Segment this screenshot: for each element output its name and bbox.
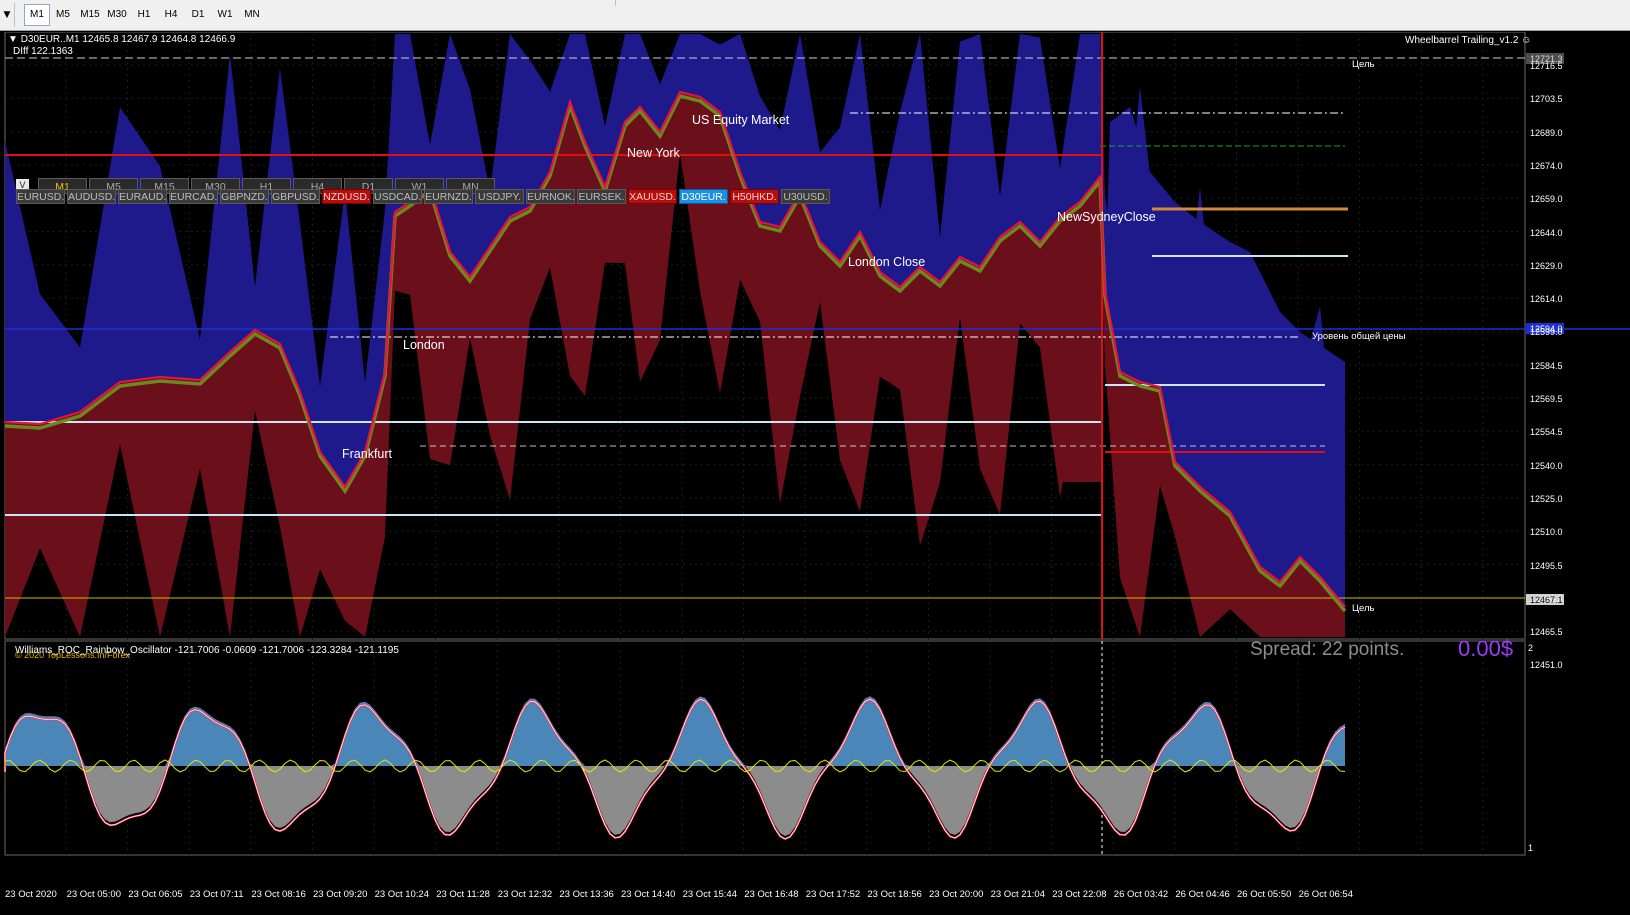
symbol-button-gbpnzd[interactable]: GBPNZD.: [220, 189, 269, 204]
time-axis-label: 23 Oct 21:04: [990, 889, 1045, 900]
time-axis-label: 26 Oct 03:42: [1113, 889, 1169, 900]
common-price-label: Уровень общей цены: [1312, 331, 1406, 342]
time-axis-label: 23 Oct 20:00: [929, 889, 984, 900]
symbol-button-nzdusd[interactable]: NZDUSD.: [322, 189, 371, 204]
time-axis-label: 23 Oct 15:44: [682, 889, 737, 900]
price-axis-label: 12525.0: [1530, 493, 1563, 504]
symbol-button-d30eur[interactable]: D30EUR.: [679, 189, 728, 204]
symbol-button-u30usd[interactable]: U30USD.: [781, 189, 830, 204]
symbol-ohlc-text: D30EUR..M1 12465.8 12467.9 12464.8 12466…: [20, 34, 236, 45]
symbol-button-usdjpy[interactable]: USDJPY.: [475, 189, 524, 204]
symbol-button-euraud[interactable]: EURAUD.: [118, 189, 167, 204]
price-axis-label: 12644.0: [1530, 227, 1563, 238]
ea-name-label: Wheelbarrel Trailing_v1.2: [1405, 35, 1519, 46]
price-axis-label: 12554.5: [1530, 427, 1563, 438]
toolbar-dropdown-icon[interactable]: ▼: [0, 3, 15, 27]
toolbar-tf-w1[interactable]: W1: [213, 5, 237, 25]
symbol-button-audusd[interactable]: AUDUSD.: [67, 189, 116, 204]
ea-name: Wheelbarrel Trailing_v1.2 ☺: [1405, 35, 1531, 46]
price-axis-label: 12569.5: [1530, 394, 1563, 404]
toolbar-tf-mn[interactable]: MN: [240, 5, 264, 25]
toolbar-tf-m1[interactable]: M1: [24, 4, 50, 26]
target-label-bottom: Цель: [1352, 603, 1375, 614]
price-axis-label: 12584.5: [1530, 360, 1563, 371]
time-axis-label: 23 Oct 06:05: [128, 889, 183, 900]
time-axis-label: 23 Oct 09:20: [313, 889, 368, 900]
chart-window: ▼ D30EUR..M1 12465.8 12467.9 12464.8 124…: [0, 31, 1630, 911]
symbol-button-h50hkd[interactable]: H50HKD.: [730, 189, 779, 204]
price-axis-label: 12510.0: [1530, 527, 1563, 538]
session-london-close: London Close: [848, 255, 926, 269]
time-axis-label: 23 Oct 11:28: [436, 889, 490, 900]
smiley-icon[interactable]: ☺: [1521, 35, 1531, 46]
price-axis-label: 12540.0: [1530, 460, 1563, 471]
osc-scale-top: 2: [1528, 643, 1534, 653]
toolbar-tf-h1[interactable]: H1: [132, 5, 156, 25]
time-axis-label: 23 Oct 12:32: [497, 889, 553, 900]
toolbar-tf-m5[interactable]: M5: [51, 5, 75, 25]
symbol-button-eurnok[interactable]: EURNOK.: [526, 189, 575, 204]
time-axis-label: 23 Oct 18:56: [867, 889, 922, 900]
symbol-button-gbpusd[interactable]: GBPUSD.: [271, 189, 320, 204]
price-axis-label: 12495.5: [1530, 560, 1563, 571]
price-axis-label: 12465.5: [1530, 627, 1563, 638]
price-axis-label: 12659.0: [1530, 194, 1563, 205]
price-chart[interactable]: [0, 31, 1630, 911]
symbol-button-xauusd[interactable]: XAUUSD.: [628, 189, 677, 204]
osc-scale-bottom: 1: [1528, 843, 1534, 853]
price-axis-label: 12703.5: [1530, 94, 1563, 105]
target-label-top: Цель: [1352, 59, 1375, 70]
price-axis-label: 12629.0: [1530, 260, 1563, 271]
time-axis-label: 23 Oct 13:36: [559, 889, 614, 900]
toolbar-tf-h4[interactable]: H4: [159, 5, 183, 25]
symbol-button-eurusd[interactable]: EURUSD.: [16, 189, 65, 204]
price-tag-current: 12467.1: [1530, 595, 1563, 605]
diff-text: DIff 122.1363: [13, 46, 73, 57]
time-axis-label: 23 Oct 2020: [5, 889, 57, 900]
time-axis-label: 23 Oct 07:11: [189, 889, 244, 900]
profit-text: 0.00$: [1458, 636, 1514, 661]
session-london: London: [403, 338, 445, 352]
time-axis-label: 23 Oct 17:52: [805, 889, 861, 900]
chart-collapse-icon[interactable]: ▼: [8, 34, 21, 45]
session-ny-close: NewSydneyClose: [1057, 210, 1156, 224]
time-axis-label: 23 Oct 10:24: [374, 889, 429, 900]
price-tag-top: 12721.3: [1530, 54, 1563, 64]
oscillator-header: Williams_ROC_Rainbow_Oscillator -121.700…: [15, 645, 399, 656]
symbol-button-eurcad[interactable]: EURCAD.: [169, 189, 218, 204]
time-axis-label: 23 Oct 16:48: [744, 889, 799, 900]
toolbar-tf-d1[interactable]: D1: [186, 5, 210, 25]
price-axis-label: 12451.0: [1530, 660, 1563, 671]
time-axis-label: 23 Oct 14:40: [621, 889, 676, 900]
time-axis-label: 26 Oct 04:46: [1175, 889, 1230, 900]
time-axis-label: 23 Oct 22:08: [1052, 889, 1107, 900]
time-axis-label: 23 Oct 05:00: [66, 889, 121, 900]
price-tag-mid: 12594.0: [1530, 324, 1563, 334]
time-axis-label: 23 Oct 08:16: [251, 889, 306, 900]
toolbar-tf-m15[interactable]: M15: [78, 5, 102, 25]
symbol-button-eursek[interactable]: EURSEK.: [577, 189, 626, 204]
price-axis-label: 12614.0: [1530, 294, 1563, 305]
session-new-york: New York: [627, 146, 680, 160]
time-axis-label: 26 Oct 06:54: [1298, 889, 1353, 900]
chart-header: ▼ D30EUR..M1 12465.8 12467.9 12464.8 124…: [8, 34, 235, 45]
spread-text: Spread: 22 points.: [1250, 639, 1405, 660]
session-us-equity: US Equity Market: [692, 113, 790, 127]
toolbar-tf-m30[interactable]: M30: [105, 5, 129, 25]
timeframe-toolbar: ▼ M1 M5 M15 M30 H1 H4 D1 W1 MN: [0, 0, 1630, 31]
session-frankfurt: Frankfurt: [342, 447, 393, 461]
price-axis-label: 12689.0: [1530, 127, 1563, 138]
toolbar-separator: [615, 0, 616, 6]
symbol-button-eurnzd[interactable]: EURNZD.: [424, 189, 473, 204]
time-axis-label: 26 Oct 05:50: [1237, 889, 1292, 900]
price-axis-label: 12674.0: [1530, 160, 1563, 171]
symbol-button-usdcad[interactable]: USDCAD.: [373, 189, 422, 204]
